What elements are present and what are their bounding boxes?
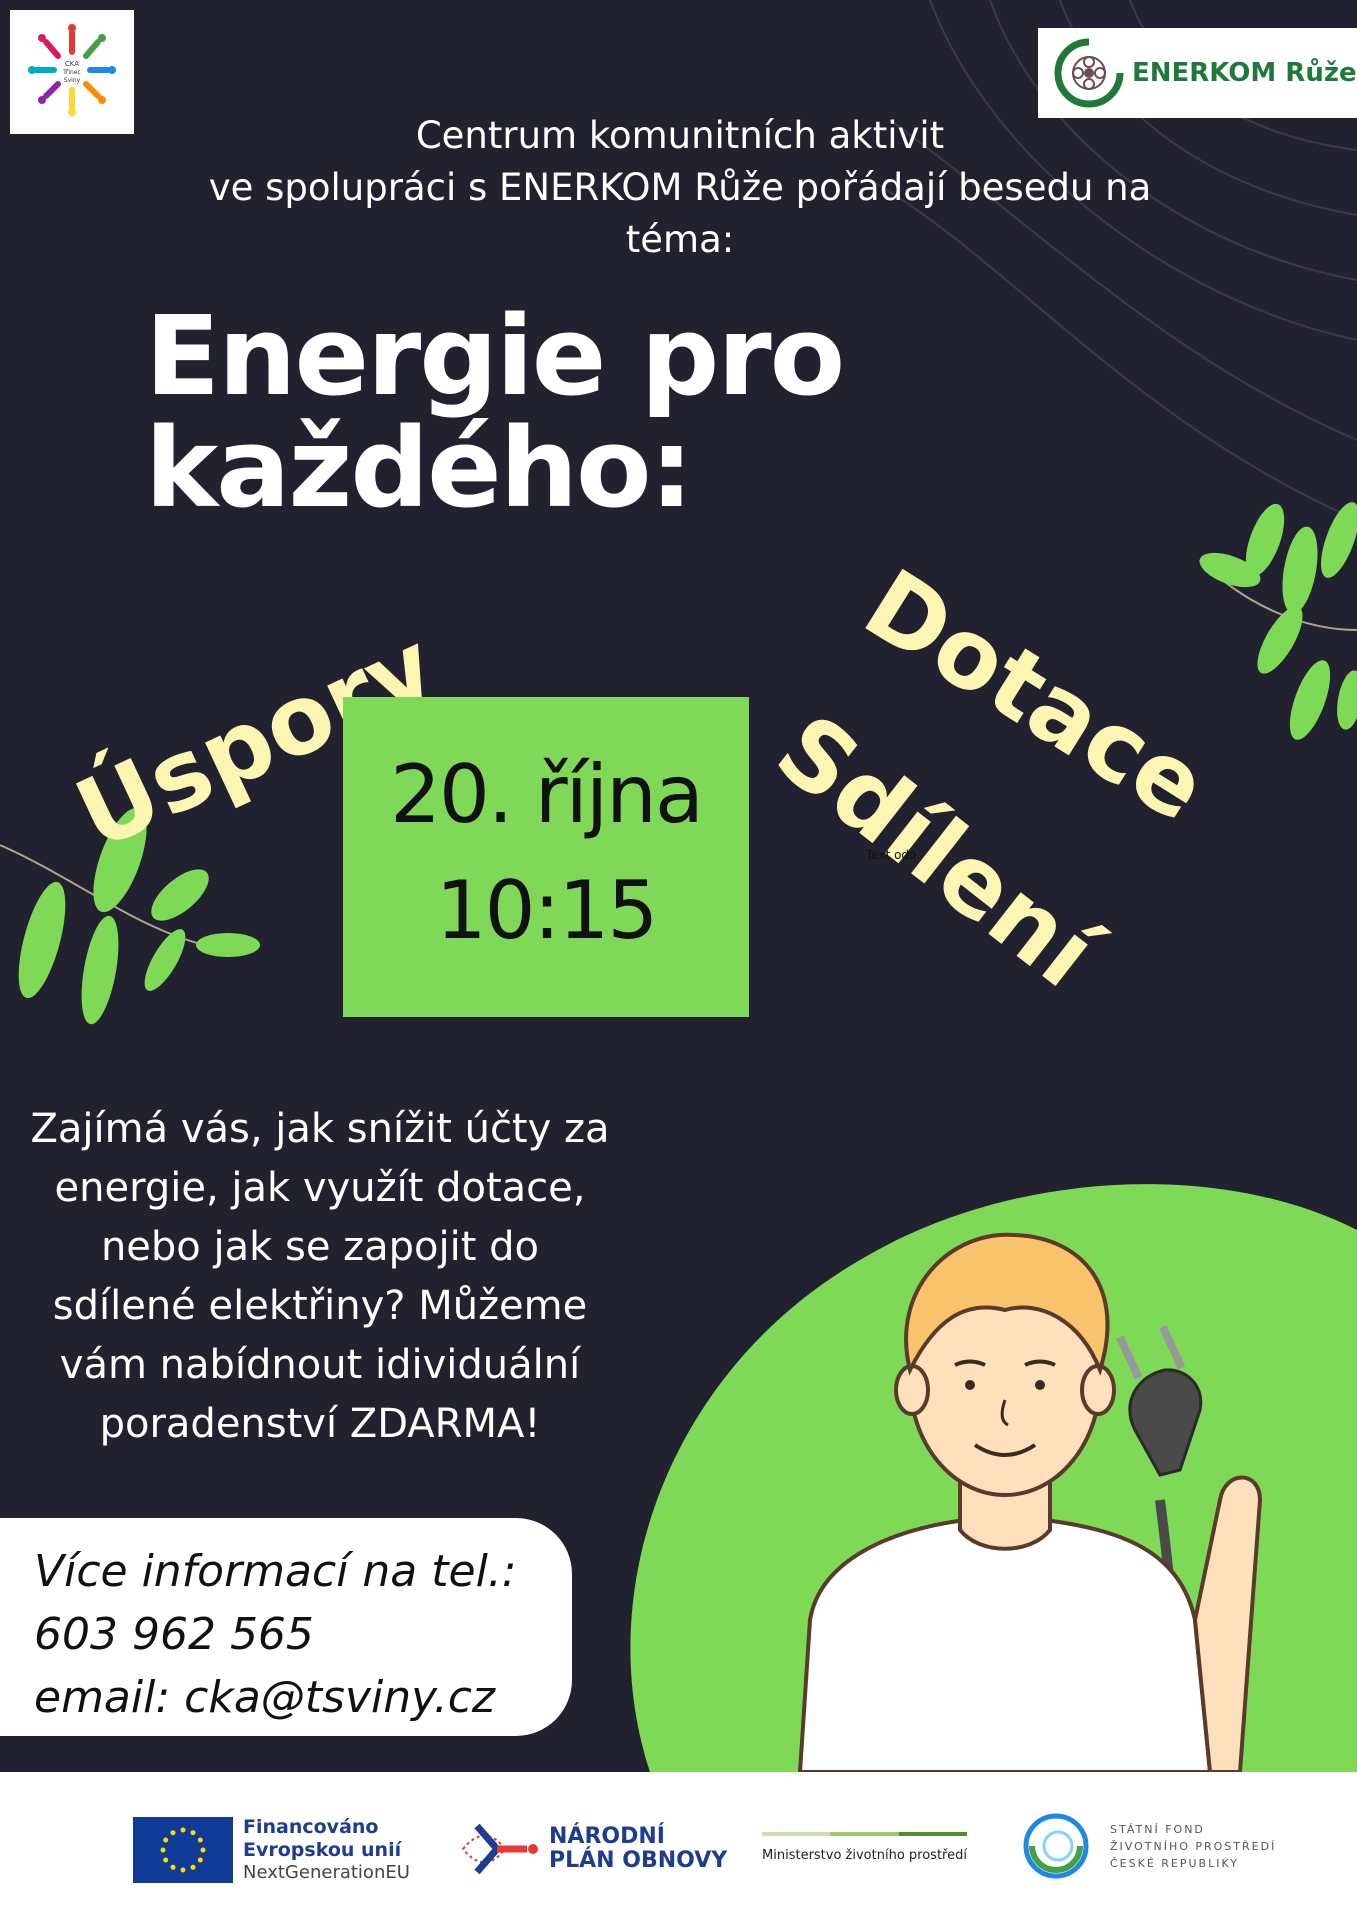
eu-flag-icon [133, 1817, 233, 1883]
intro-line-1: Centrum komunitních aktivit [415, 114, 945, 157]
cka-logo-text-2: Třinec [62, 69, 81, 76]
body-line-1: Zajímá vás, jak snížit účty za [30, 1106, 610, 1152]
eu-line-1: Financováno [243, 1816, 379, 1838]
mzp-text: Ministerstvo životního prostředí [762, 1848, 967, 1863]
event-title: Energie pro každého: [145, 300, 1045, 524]
eu-funding-text: Financováno Evropskou unií NextGeneratio… [243, 1816, 410, 1884]
sfzp-text: STÁTNÍ FOND ŽIVOTNÍHO PROSTŘEDÍ ČESKÉ RE… [1110, 1821, 1276, 1872]
eu-line-3: NextGenerationEU [243, 1862, 410, 1883]
cka-logo: CKA Třinec Sviny [10, 10, 134, 134]
body-text: Zajímá vás, jak snížit účty za energie, … [30, 1100, 610, 1454]
person-with-plug-illustration [797, 1232, 1263, 1772]
contact-email[interactable]: email: cka@tsviny.cz [34, 1666, 572, 1729]
body-line-6: poradenství ZDARMA! [99, 1401, 541, 1447]
npo-line-2: PLÁN OBNOVY [549, 1848, 728, 1873]
stray-text: Text odo [866, 848, 917, 862]
eu-funding-logo: Financováno Evropskou unií NextGeneratio… [133, 1816, 410, 1884]
body-line-4: sdílené elektřiny? Můžeme [52, 1283, 588, 1329]
enerkom-logo: ENERKOM Růže [1038, 28, 1357, 118]
intro-text: Centrum komunitních aktivit ve spoluprác… [150, 110, 1210, 266]
cka-logo-text-1: CKA [65, 60, 79, 68]
contact-info-label: Více informací na tel.: [34, 1546, 517, 1597]
npo-emblem-icon [461, 1823, 538, 1875]
cka-logo-text-3: Sviny [64, 77, 81, 84]
event-time: 10:15 [435, 864, 659, 957]
contact-phone[interactable]: 603 962 565 [34, 1603, 572, 1666]
enerkom-logo-text: ENERKOM Růže [1132, 58, 1357, 88]
sfzp-emblem-icon [1023, 1813, 1089, 1879]
mzp-bar [762, 1832, 967, 1836]
npo-text: NÁRODNÍ PLÁN OBNOVY [549, 1825, 727, 1873]
sponsor-footer: Financováno Evropskou unií NextGeneratio… [0, 1772, 1357, 1920]
body-line-2: energie, jak využít dotace, [54, 1165, 586, 1211]
event-datetime-box: 20. října 10:15 [343, 697, 749, 1017]
event-title-line-2: každého: [145, 404, 694, 532]
rose-emblem-icon [1054, 38, 1124, 108]
contact-box: Více informací na tel.: 603 962 565 emai… [0, 1518, 572, 1736]
body-line-3: nebo jak se zapojit do [100, 1224, 540, 1270]
cka-logo-figures-icon: CKA Třinec Sviny [28, 24, 116, 116]
eu-line-2: Evropskou unií [243, 1839, 402, 1861]
poster: CKA Třinec Sviny ENERKOM Růže Centrum ko… [0, 0, 1357, 1920]
intro-line-2: ve spolupráci s ENERKOM Růže pořádají be… [208, 166, 1152, 209]
sfzp-logo: STÁTNÍ FOND ŽIVOTNÍHO PROSTŘEDÍ ČESKÉ RE… [1022, 1812, 1276, 1880]
mzp-logo: Ministerstvo životního prostředí [762, 1832, 967, 1863]
leaf-branch-right [1199, 502, 1357, 740]
npo-line-1: NÁRODNÍ [549, 1824, 665, 1849]
npo-logo: NÁRODNÍ PLÁN OBNOVY [455, 1814, 727, 1884]
intro-line-3: téma: [625, 218, 735, 261]
sfzp-line-2: ŽIVOTNÍHO PROSTŘEDÍ [1110, 1839, 1277, 1853]
event-title-line-1: Energie pro [145, 292, 845, 420]
sfzp-line-1: STÁTNÍ FOND [1110, 1822, 1205, 1836]
sfzp-line-3: ČESKÉ REPUBLIKY [1110, 1856, 1240, 1870]
event-date: 20. října [390, 748, 704, 841]
body-line-5: vám nabídnout idividuální [59, 1342, 581, 1388]
